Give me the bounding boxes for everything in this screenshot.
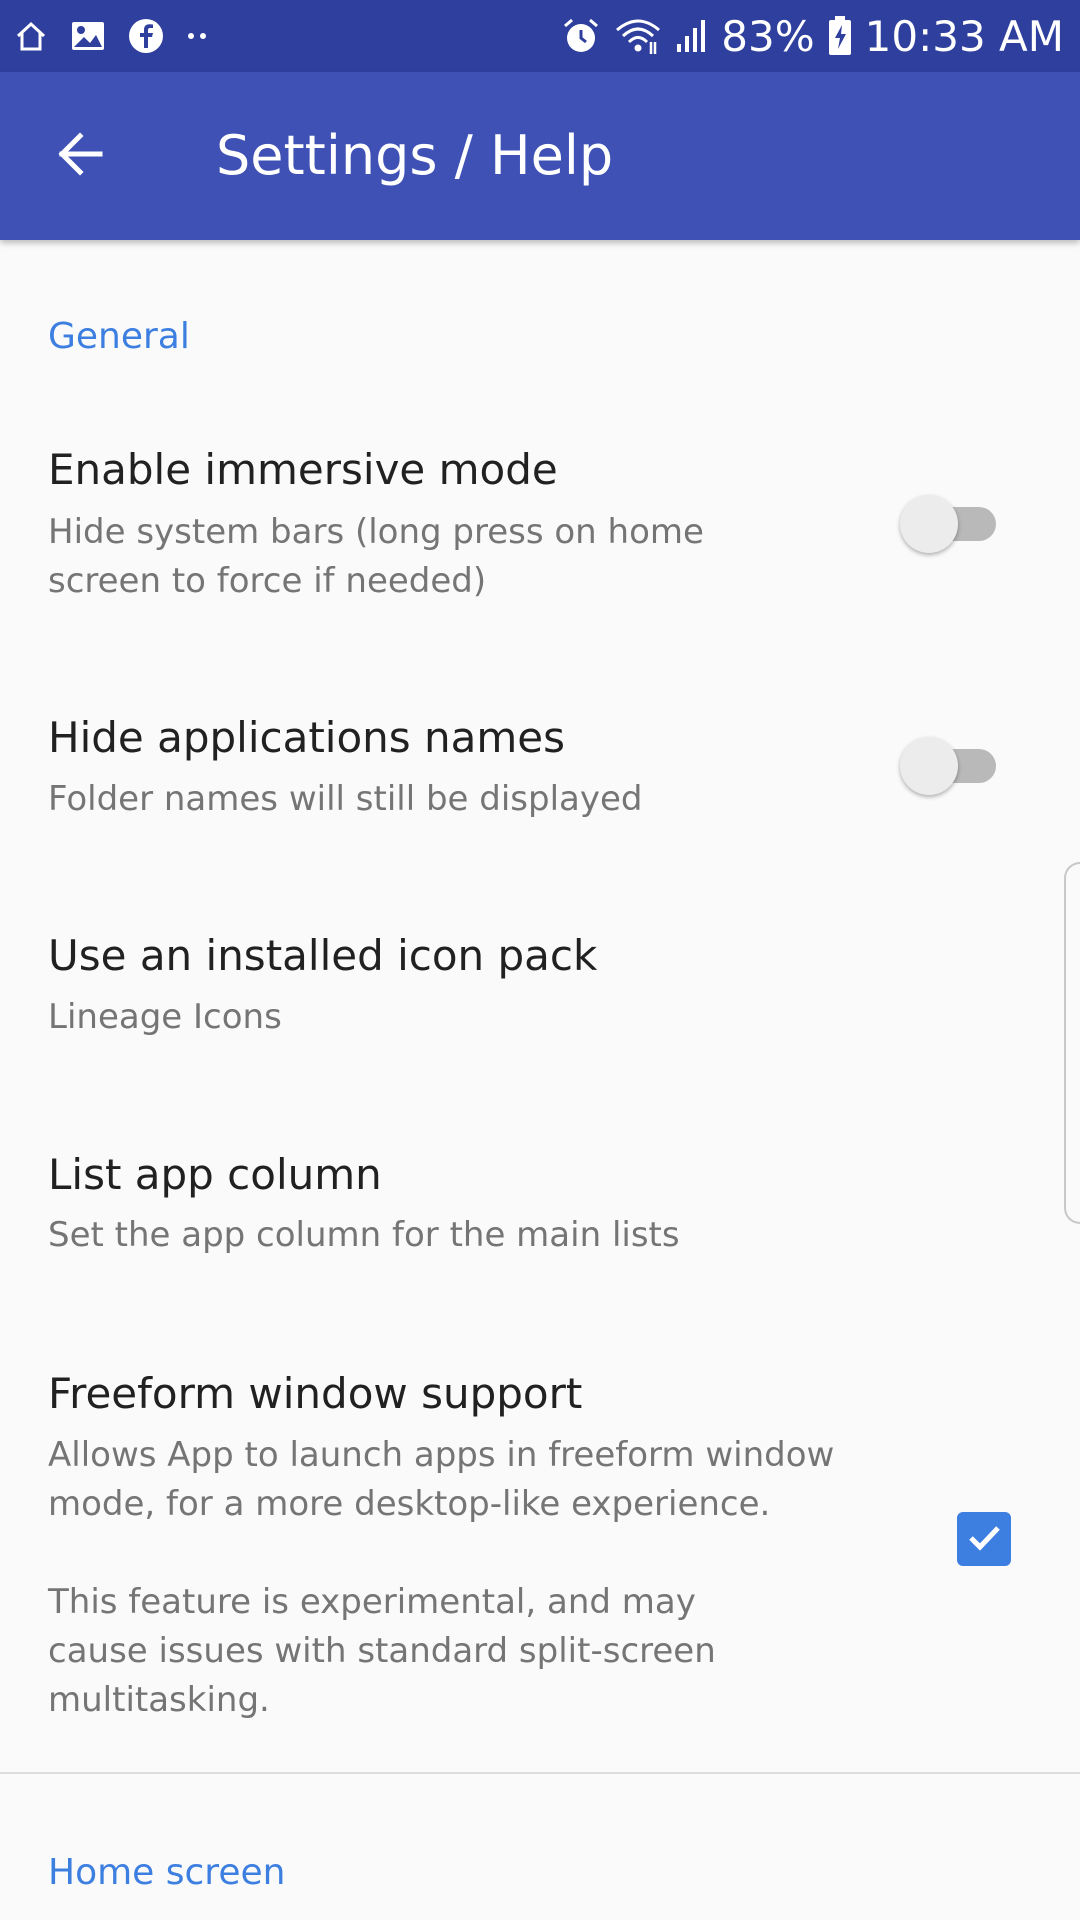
pref-summary-line: Lineage Icons (48, 997, 282, 1037)
pref-icon-pack[interactable]: Use an installed icon pack Lineage Icons (0, 905, 1080, 1095)
more-dots-icon (186, 19, 210, 53)
pref-summary-line: mode, for a more desktop-like experience… (48, 1484, 771, 1524)
pref-summary-line: multitasking. (48, 1680, 270, 1720)
gallery-icon (70, 19, 106, 53)
pref-title: List app column (48, 1150, 382, 1199)
pref-title: Freeform window support (48, 1369, 583, 1418)
pref-summary-line: Folder names will still be displayed (48, 779, 643, 819)
alarm-icon (561, 16, 601, 56)
notification-icons (14, 12, 210, 60)
battery-percent: 83% (721, 11, 815, 61)
pref-list-app-column[interactable]: List app column Set the app column for t… (0, 1125, 1080, 1315)
pref-title: Use an installed icon pack (48, 931, 598, 980)
check-icon (964, 1517, 1004, 1561)
pref-hide-app-names[interactable]: Hide applications names Folder names wil… (0, 705, 1080, 875)
pref-summary-line: Allows App to launch apps in freeform wi… (48, 1435, 835, 1475)
pref-summary-line: Hide system bars (long press on home (48, 512, 704, 552)
system-status: 83% 10:33 AM (561, 10, 1064, 62)
section-divider (0, 1772, 1080, 1774)
scroll-indicator[interactable] (1064, 862, 1080, 1224)
pref-summary-line: screen to force if needed) (48, 561, 487, 601)
pref-summary-line: cause issues with standard split-screen (48, 1631, 716, 1671)
pref-summary-line: This feature is experimental, and may (48, 1582, 696, 1622)
back-button[interactable] (40, 116, 120, 196)
pref-summary-line: Set the app column for the main lists (48, 1215, 680, 1255)
home-icon (14, 19, 48, 53)
facebook-icon (128, 18, 164, 54)
section-header-home-screen: Home screen (48, 1852, 286, 1893)
battery-charging-icon (827, 15, 853, 57)
pref-freeform-window[interactable]: Freeform window support Allows App to la… (0, 1345, 1080, 1745)
pref-title: Enable immersive mode (48, 445, 558, 494)
wifi-icon (613, 16, 663, 56)
switch-thumb (900, 495, 958, 553)
pref-title: Hide applications names (48, 713, 566, 762)
page-title: Settings / Help (216, 124, 614, 187)
immersive-mode-switch[interactable] (900, 491, 1000, 553)
status-bar: 83% 10:33 AM (0, 0, 1080, 72)
section-header-general: General (48, 316, 190, 357)
signal-icon (675, 16, 709, 56)
hide-app-names-switch[interactable] (900, 733, 1000, 795)
pref-immersive-mode[interactable]: Enable immersive mode Hide system bars (… (0, 425, 1080, 665)
switch-thumb (900, 737, 958, 795)
arrow-back-icon (54, 128, 106, 184)
freeform-window-checkbox[interactable] (957, 1512, 1011, 1566)
clock: 10:33 AM (864, 11, 1064, 61)
app-bar: Settings / Help (0, 72, 1080, 240)
